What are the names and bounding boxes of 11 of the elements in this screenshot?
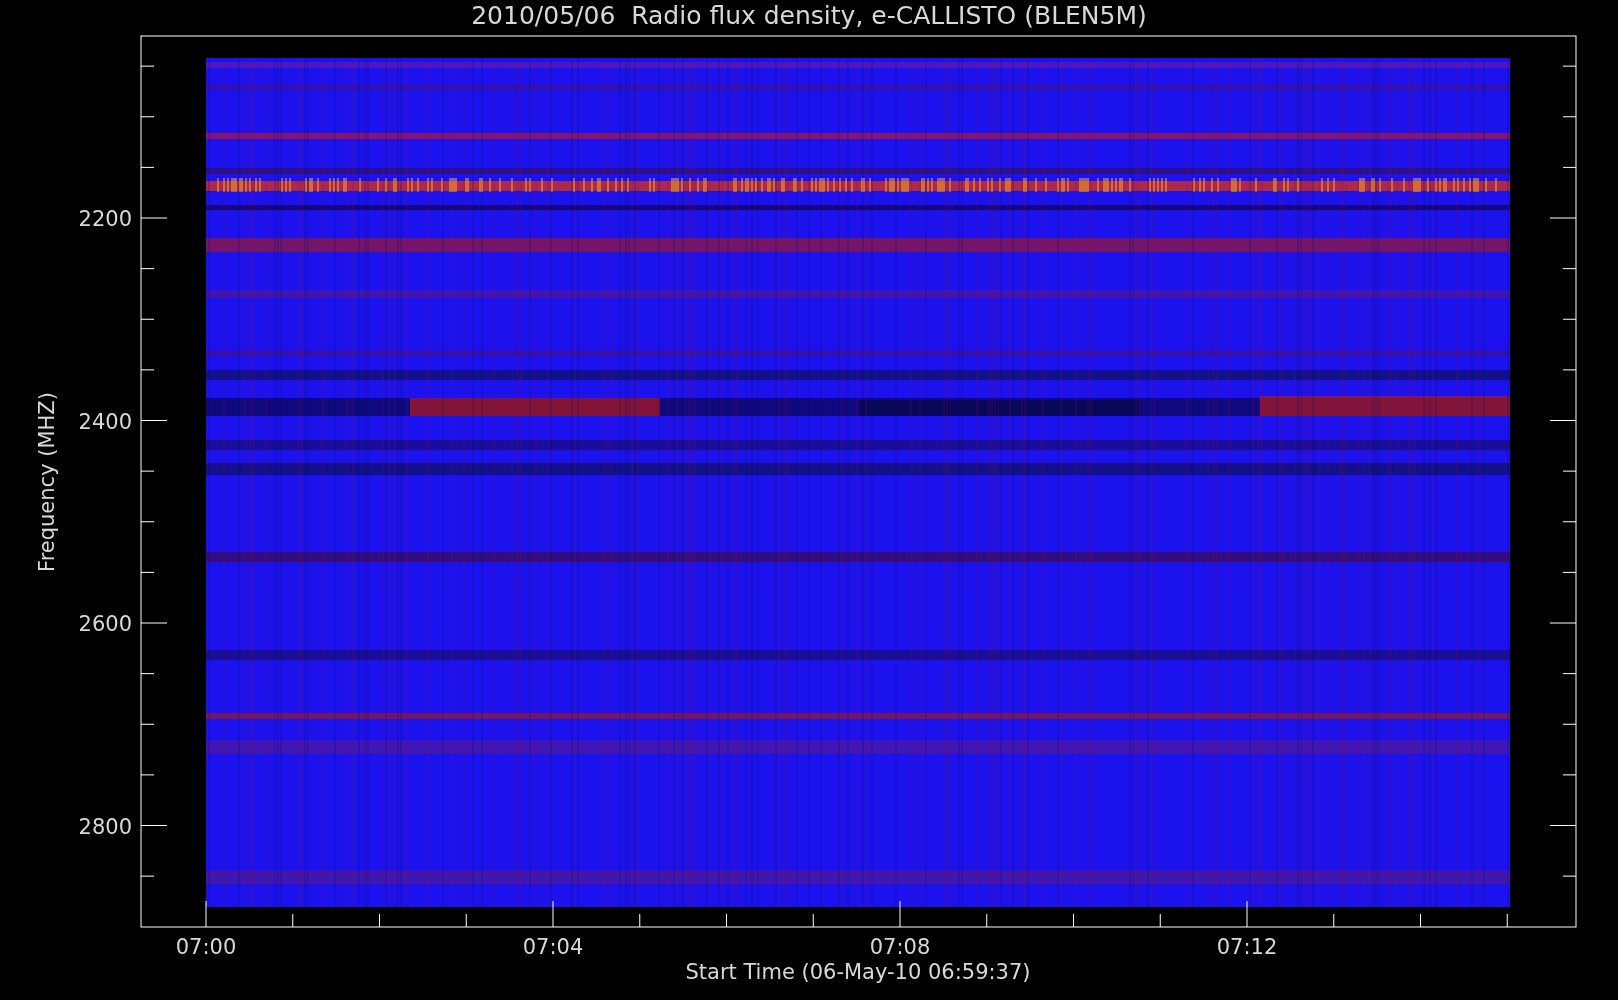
x-tick-label: 07:08 bbox=[869, 935, 931, 959]
y-tick-label: 2800 bbox=[78, 814, 132, 839]
x-tick-label: 07:00 bbox=[175, 935, 237, 959]
y-axis-label: Frequency (MHZ) bbox=[35, 392, 59, 572]
x-tick-label: 07:04 bbox=[522, 935, 584, 959]
y-tick-label: 2600 bbox=[78, 612, 132, 636]
y-tick-label: 2400 bbox=[78, 409, 132, 434]
x-tick-label: 07:12 bbox=[1216, 935, 1278, 959]
x-axis-label: Start Time (06-May-10 06:59:37) bbox=[685, 960, 1031, 984]
chart-title: 2010/05/06 Radio flux density, e-CALLISTO (BLEN5M) bbox=[471, 1, 1147, 30]
y-tick-label: 2200 bbox=[78, 207, 132, 231]
